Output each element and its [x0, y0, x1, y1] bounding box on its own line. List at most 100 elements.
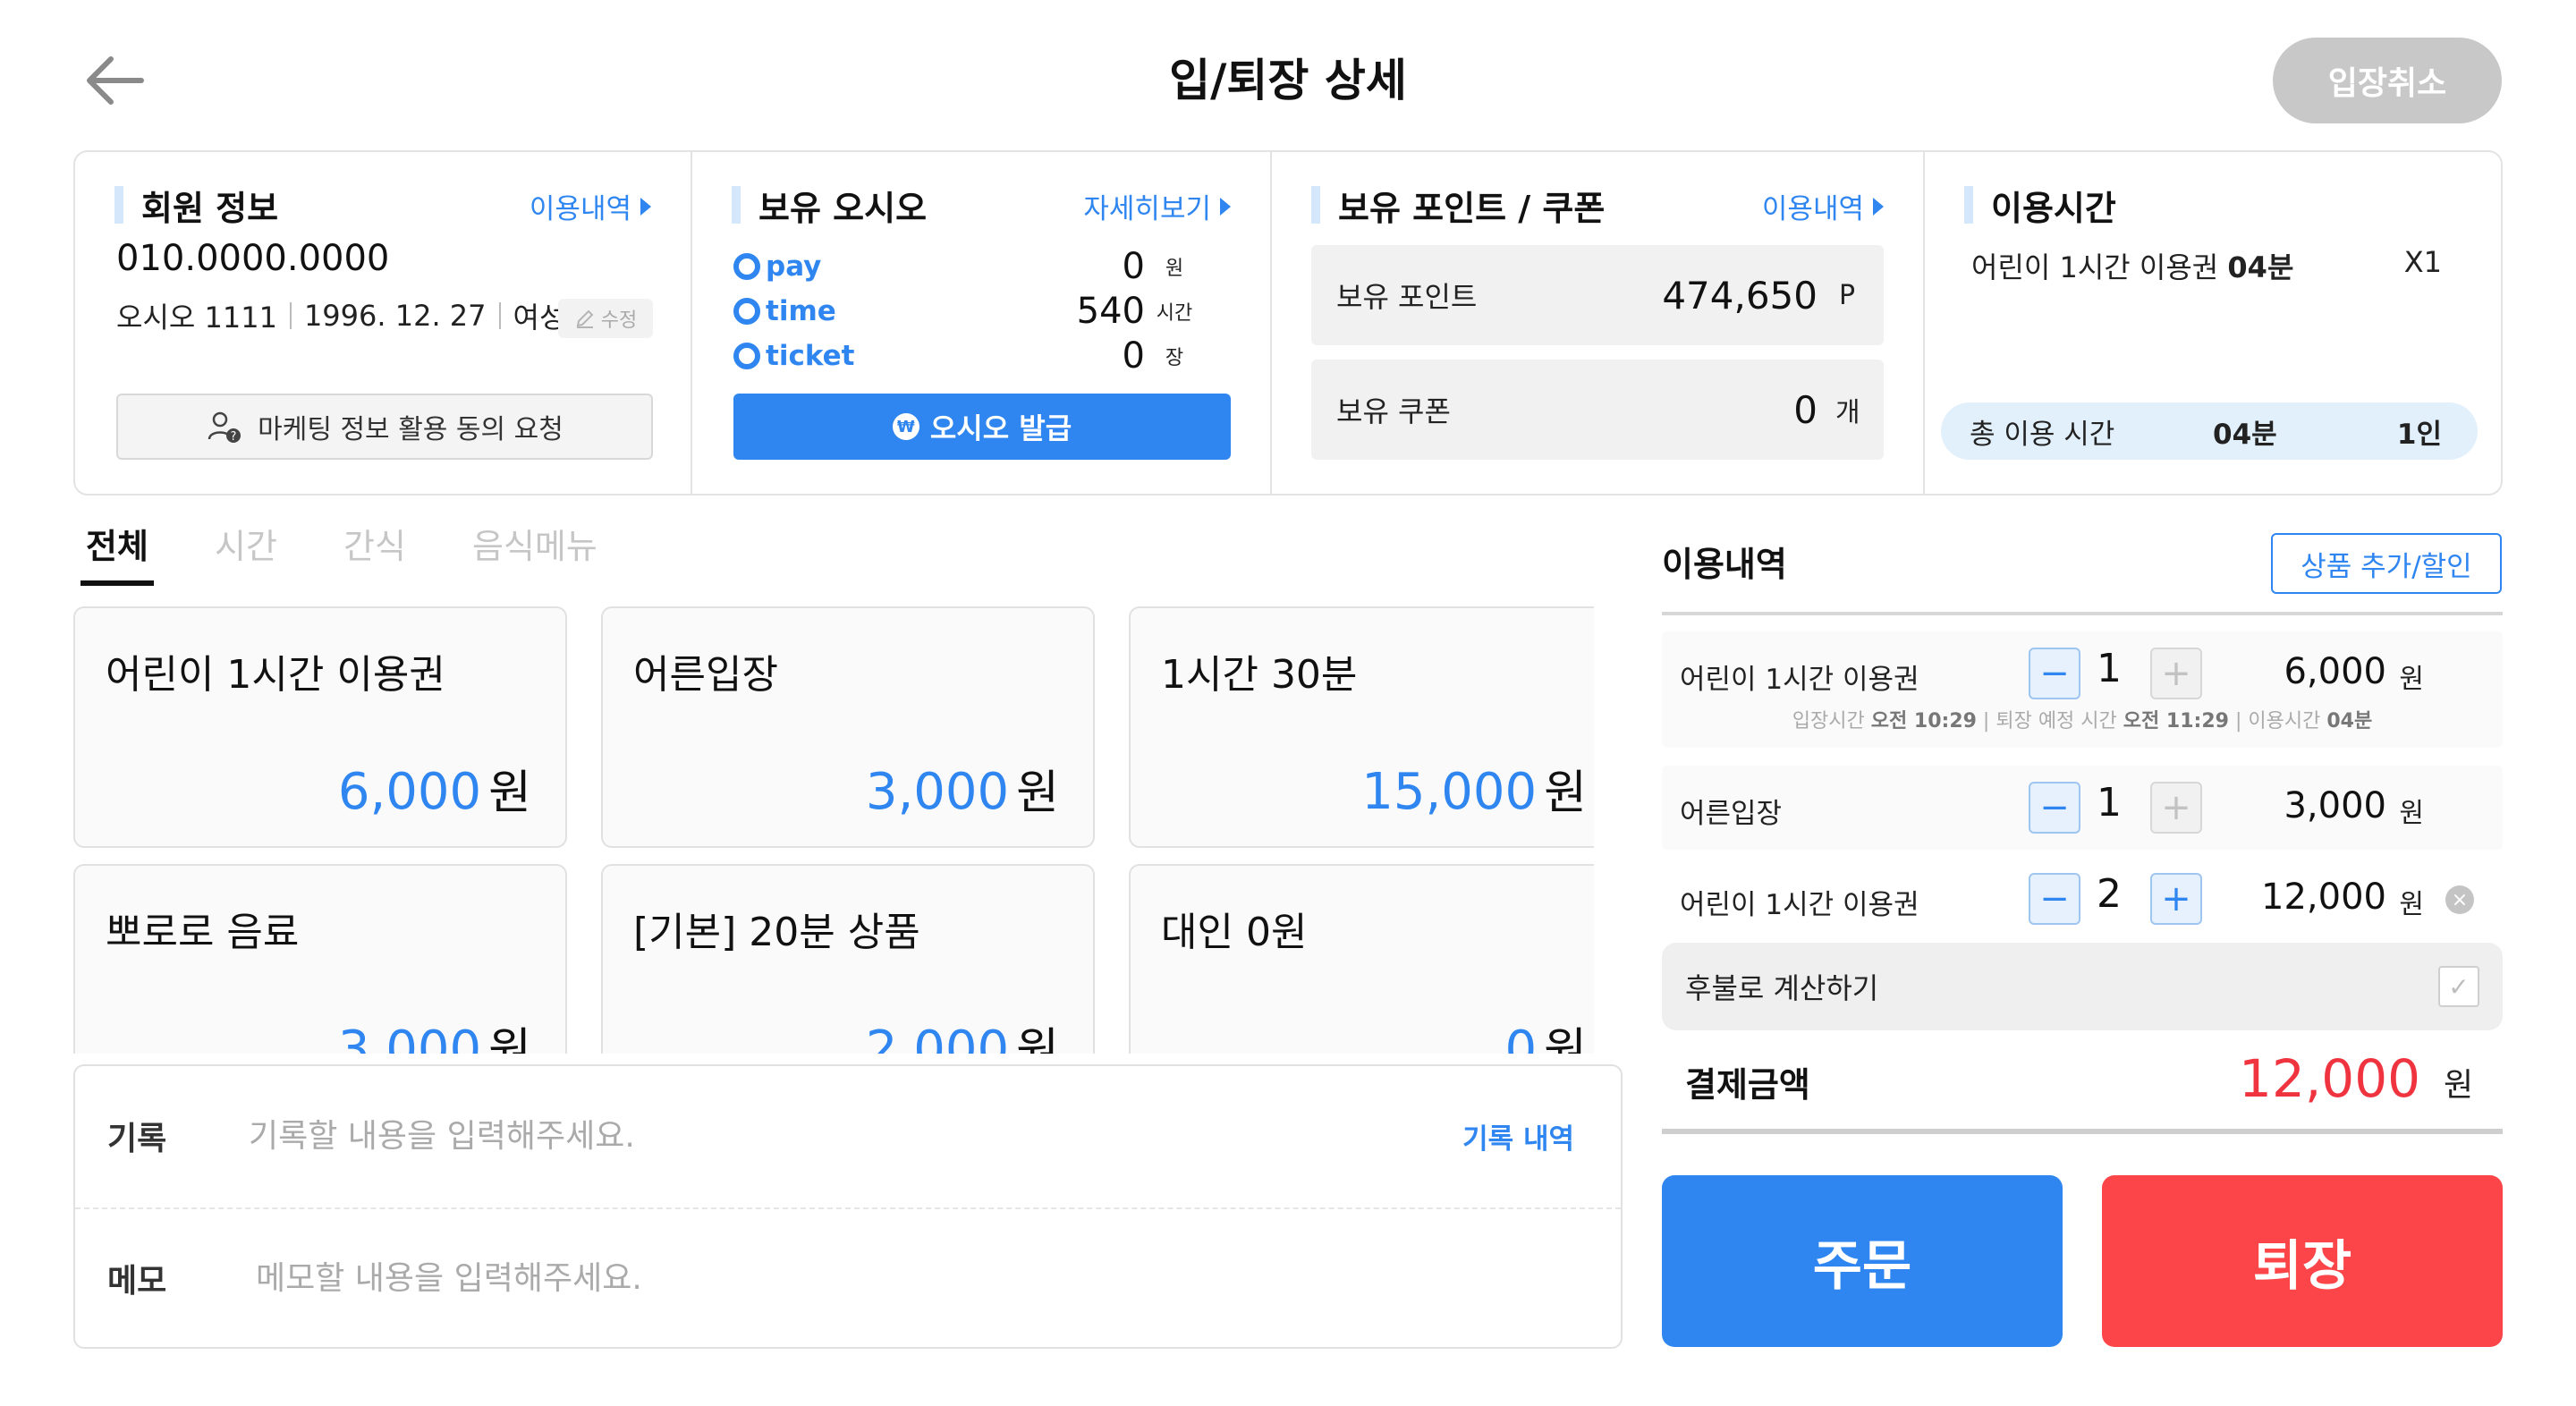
product-card[interactable]: 어린이 1시간 이용권 6,000 원 — [73, 606, 567, 848]
decrease-button[interactable]: − — [2029, 873, 2080, 925]
memo-input[interactable] — [249, 1259, 1621, 1297]
use-time-label: 이용시간 — [2248, 710, 2321, 733]
product-card[interactable]: 뽀로로 음료 3,000 원 — [73, 864, 567, 1054]
osio-ticket-row: ticket 0 장 — [733, 335, 1234, 377]
usage-time-section: 이용시간 어린이 1시간 이용권 04분 X1 총 이용 시간 04분 1인 — [1923, 152, 2501, 494]
order-item-name: 어린이 1시간 이용권 — [1680, 889, 1919, 921]
payment-unit: 원 — [2444, 1067, 2474, 1104]
order-item-price: 12,000 — [2261, 877, 2386, 918]
order-item-name: 어린이 1시간 이용권 — [1680, 664, 1919, 696]
order-item-unit: 원 — [2399, 664, 2424, 695]
osio-detail-link[interactable]: 자세히보기 — [1083, 186, 1231, 226]
point-box: 보유 포인트 474,650 P — [1311, 245, 1884, 345]
osio-time-value: 540 — [1076, 291, 1145, 332]
member-phone: 010.0000.0000 — [116, 238, 390, 279]
exit-time: 오전 11:29 — [2123, 710, 2229, 733]
osio-pay-value: 0 — [1122, 246, 1145, 287]
coupon-label: 보유 쿠폰 — [1336, 394, 1451, 428]
remove-item-icon[interactable]: × — [2445, 885, 2474, 914]
edit-member-button[interactable]: 수정 — [558, 299, 653, 338]
increase-button[interactable]: + — [2150, 782, 2202, 834]
record-input[interactable] — [249, 1117, 1621, 1155]
deferred-payment-checkbox[interactable]: ✓ — [2438, 966, 2479, 1007]
entry-time: 오전 10:29 — [1870, 710, 1977, 733]
marketing-consent-button[interactable]: ? 마케팅 정보 활용 동의 요청 — [116, 394, 653, 460]
member-section: 회원 정보 이용내역 010.0000.0000 오시오 1111 1996. … — [75, 152, 691, 494]
product-price-unit: 원 — [1544, 1024, 1587, 1054]
increase-button[interactable]: + — [2150, 648, 2202, 699]
page-title: 입/퇴장 상세 — [1169, 55, 1407, 106]
decrease-button[interactable]: − — [2029, 782, 2080, 834]
order-title: 이용내역 — [1662, 545, 1787, 584]
order-item: 어린이 1시간 이용권 − 2 + 12,000 원 × — [1662, 857, 2503, 941]
product-price-value: 3,000 — [865, 763, 1010, 821]
member-name: 오시오 1111 — [116, 301, 277, 335]
cancel-entry-button[interactable]: 입장취소 — [2273, 38, 2502, 123]
order-item-unit: 원 — [2399, 798, 2424, 829]
product-price: 2,000 원 — [866, 1012, 1059, 1054]
deferred-payment-row[interactable]: 후불로 계산하기 ✓ — [1662, 943, 2503, 1030]
record-label: 기록 — [107, 1121, 167, 1157]
member-birth: 1996. 12. 27 — [303, 299, 487, 333]
tab-time[interactable]: 시간 — [215, 519, 277, 586]
use-time: 04분 — [2326, 710, 2373, 733]
caret-right-icon — [1220, 197, 1231, 216]
order-item-price: 6,000 — [2284, 651, 2386, 692]
won-coin-icon: ₩ — [892, 413, 919, 440]
tab-snack[interactable]: 간식 — [343, 519, 406, 586]
member-history-link[interactable]: 이용내역 — [530, 186, 651, 226]
divider — [498, 302, 501, 329]
divider — [1662, 1129, 2503, 1134]
osio-ticket-value: 0 — [1122, 335, 1145, 377]
order-item-qty: 1 — [2097, 646, 2122, 691]
order-item-time-info: 입장시간 오전 10:29 | 퇴장 예정 시간 오전 11:29 | 이용시간… — [1792, 710, 2373, 733]
coupon-box: 보유 쿠폰 0 개 — [1311, 360, 1884, 460]
total-usage-label: 총 이용 시간 — [1970, 418, 2115, 451]
product-card[interactable]: [기본] 20분 상품 2,000 원 — [601, 864, 1095, 1054]
product-card[interactable]: 대인 0원 0원 — [1129, 864, 1594, 1054]
member-title: 회원 정보 — [114, 181, 278, 230]
tab-all[interactable]: 전체 — [80, 519, 154, 586]
points-section: 보유 포인트 / 쿠폰 이용내역 보유 포인트 474,650 P 보유 쿠폰 … — [1270, 152, 1923, 494]
osio-pay-unit: 원 — [1165, 258, 1184, 280]
product-price: 15,000 원 — [1361, 755, 1587, 822]
product-price-value: 3,000 — [337, 1021, 482, 1054]
osio-ticket-unit: 장 — [1165, 347, 1184, 369]
product-price: 3,000 원 — [866, 755, 1059, 822]
decrease-button[interactable]: − — [2029, 648, 2080, 699]
product-card[interactable]: 어른입장 3,000 원 — [601, 606, 1095, 848]
record-row: 기록 기록 내역 — [75, 1066, 1621, 1206]
tab-food-menu[interactable]: 음식메뉴 — [472, 519, 597, 586]
points-history-link[interactable]: 이용내역 — [1762, 186, 1884, 226]
product-price-value: 0 — [1504, 1021, 1538, 1054]
product-card[interactable]: 1시간 30분 15,000 원 — [1129, 606, 1594, 848]
order-button[interactable]: 주문 — [1662, 1175, 2063, 1347]
product-price: 6,000 원 — [338, 755, 531, 822]
add-product-discount-button[interactable]: 상품 추가/할인 — [2271, 533, 2502, 594]
increase-button[interactable]: + — [2150, 873, 2202, 925]
usage-item-qty: X1 — [2403, 245, 2442, 279]
svg-text:?: ? — [231, 430, 237, 444]
product-name: [기본] 20분 상품 — [633, 910, 920, 955]
order-item-qty: 1 — [2097, 780, 2122, 826]
osio-ticket-name: ticket — [766, 340, 855, 372]
memo-label: 메모 — [107, 1263, 167, 1300]
order-item-name: 어른입장 — [1680, 798, 1783, 830]
total-usage-people: 1인 — [2396, 418, 2442, 451]
product-price: 3,000 원 — [338, 1012, 531, 1054]
exit-button[interactable]: 퇴장 — [2102, 1175, 2503, 1347]
usage-item: 어린이 1시간 이용권 04분 — [1971, 245, 2293, 286]
osio-time-unit: 시간 — [1156, 302, 1193, 325]
issue-osio-button[interactable]: ₩ 오시오 발급 — [733, 394, 1231, 460]
product-name: 어린이 1시간 이용권 — [106, 652, 445, 698]
product-price-unit: 원 — [488, 1024, 531, 1054]
ring-icon — [733, 253, 760, 280]
points-history-label: 이용내역 — [1761, 193, 1864, 225]
osio-pay-name: pay — [766, 250, 822, 283]
product-price-unit: 원 — [1016, 1024, 1059, 1054]
deferred-payment-label: 후불로 계산하기 — [1685, 971, 1879, 1005]
pencil-icon — [576, 309, 594, 328]
points-title: 보유 포인트 / 쿠폰 — [1311, 181, 1605, 230]
record-history-link[interactable]: 기록 내역 — [1462, 1116, 1574, 1156]
total-usage-time: 04분 — [2213, 418, 2277, 451]
